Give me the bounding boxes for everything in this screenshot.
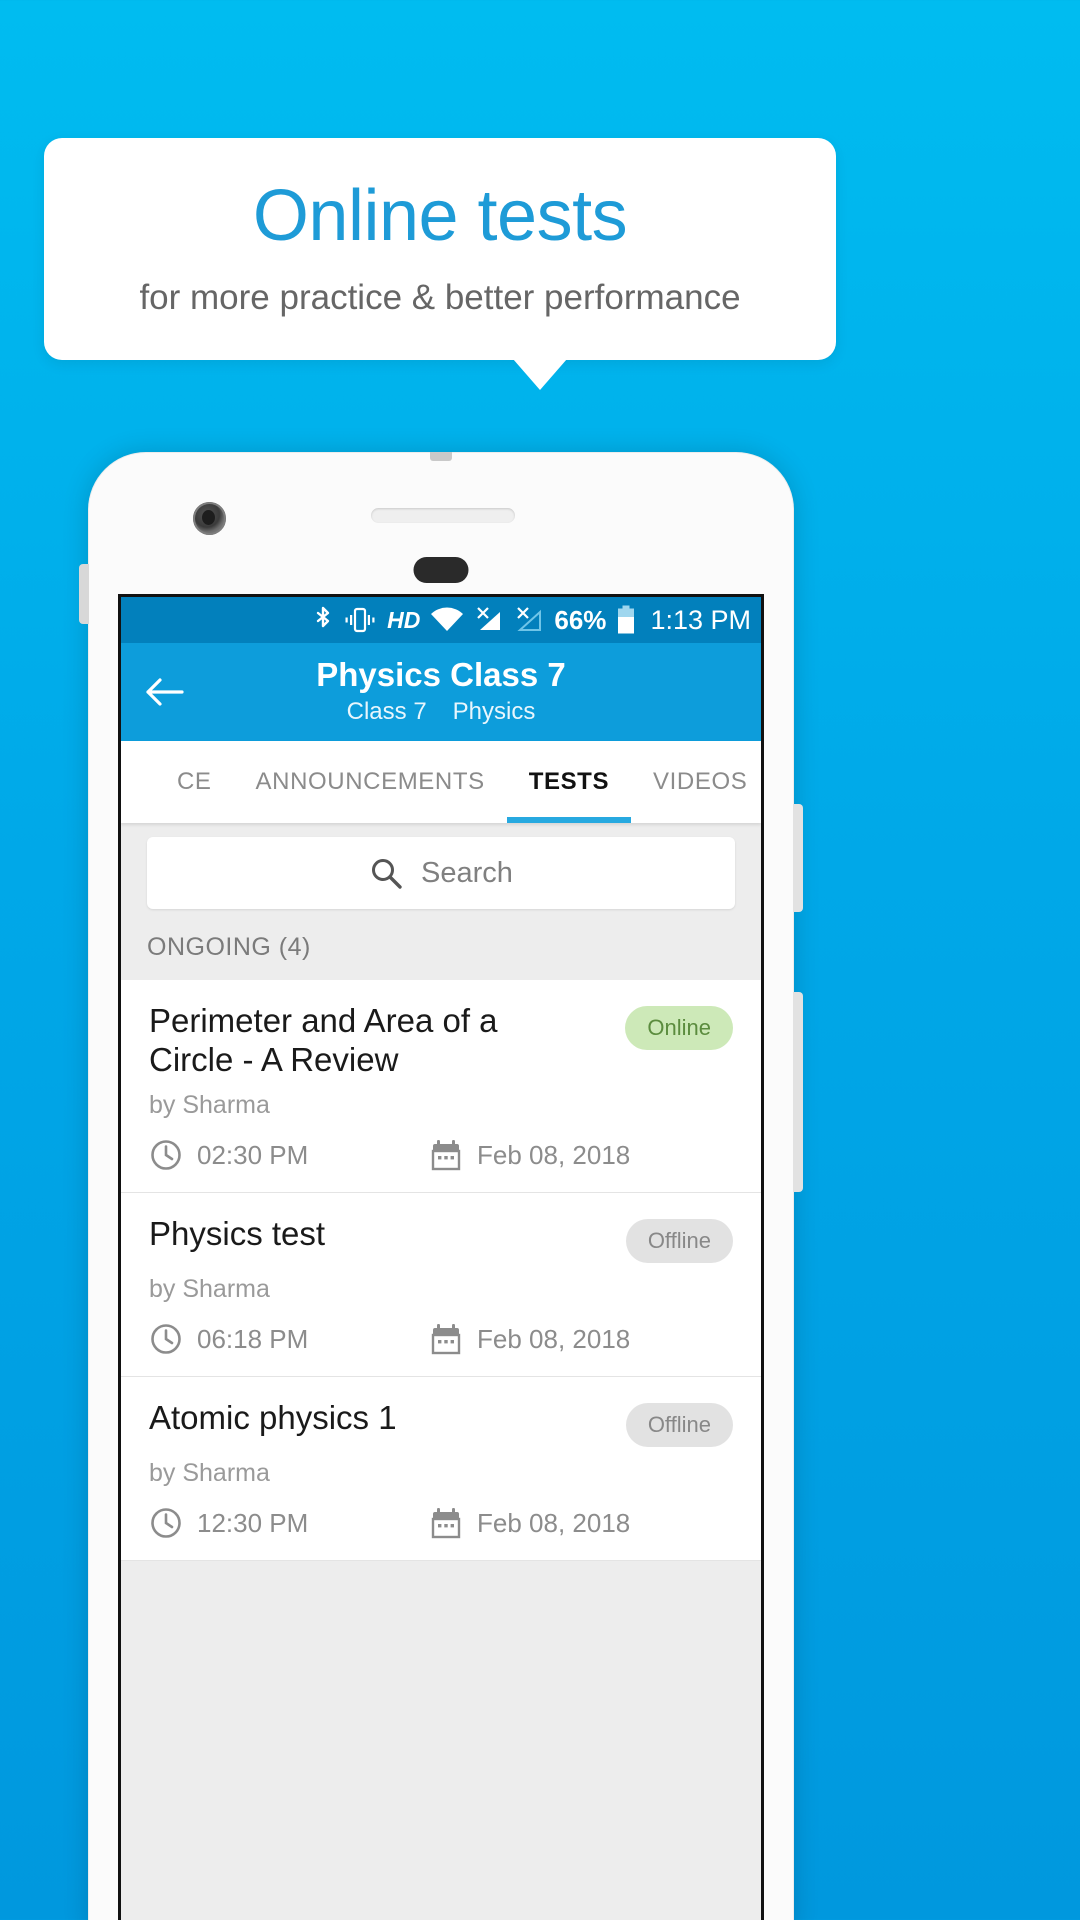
test-date: Feb 08, 2018 <box>429 1506 630 1540</box>
status-badge: Offline <box>625 1403 733 1448</box>
calendar-icon <box>429 1138 463 1172</box>
test-date-label: Feb 08, 2018 <box>477 1323 631 1354</box>
hd-icon: HD <box>387 606 421 633</box>
test-time: 12:30 PM <box>149 1506 429 1540</box>
vibrate-icon <box>343 607 377 633</box>
clock-icon <box>149 1322 183 1356</box>
test-author: by Sharma <box>149 1275 270 1304</box>
search-placeholder: Search <box>421 856 513 889</box>
battery-icon <box>616 605 636 635</box>
promo-callout: Online tests for more practice & better … <box>44 138 836 360</box>
test-time: 06:18 PM <box>149 1322 429 1356</box>
test-meta: 06:18 PM Feb 08, 2018 <box>149 1322 733 1356</box>
breadcrumb: Class 7 Physics <box>347 698 536 726</box>
wifi-icon <box>430 607 464 633</box>
sensor-module <box>413 557 469 583</box>
promo-title: Online tests <box>252 176 628 256</box>
list-item[interactable]: Physics test Offline by Sharma 06:18 PM <box>121 1193 761 1378</box>
section-header-ongoing: ONGOING (4) <box>147 933 311 961</box>
test-time-label: 06:18 PM <box>197 1323 309 1354</box>
earpiece-speaker <box>371 508 515 523</box>
card-header: Physics test Offline <box>149 1215 733 1264</box>
search-input[interactable]: Search <box>147 837 735 909</box>
front-camera-icon <box>193 502 226 535</box>
phone-left-button <box>79 564 89 624</box>
search-container: Search <box>121 823 761 927</box>
status-badge: Online <box>625 1006 733 1050</box>
breadcrumb-class: Class 7 <box>346 697 427 725</box>
status-bar: HD 66% 1:13 PM <box>121 597 761 643</box>
promo-subtitle: for more practice & better performance <box>139 278 741 317</box>
tab-ce[interactable]: CE <box>155 741 234 823</box>
signal-2-off-icon <box>514 606 544 634</box>
card-header: Perimeter and Area of a Circle - A Revie… <box>149 1002 733 1079</box>
test-date-label: Feb 08, 2018 <box>477 1507 631 1538</box>
status-bar-clock: 1:13 PM <box>650 604 751 635</box>
promo-callout-tail <box>513 359 567 390</box>
clock-icon <box>149 1506 183 1540</box>
list-item[interactable]: Perimeter and Area of a Circle - A Revie… <box>121 980 761 1194</box>
test-title: Atomic physics 1 <box>149 1399 397 1437</box>
test-time-label: 02:30 PM <box>197 1139 309 1170</box>
calendar-icon <box>429 1506 463 1540</box>
page-title: Physics Class 7 <box>316 656 566 694</box>
test-author: by Sharma <box>149 1459 270 1488</box>
test-meta: 02:30 PM Feb 08, 2018 <box>149 1138 733 1172</box>
phone-volume-button <box>793 992 803 1192</box>
tab-tests[interactable]: TESTS <box>506 741 632 823</box>
test-date: Feb 08, 2018 <box>429 1322 630 1356</box>
bluetooth-icon <box>313 605 333 635</box>
list-item[interactable]: Atomic physics 1 Offline by Sharma 12:30… <box>121 1377 761 1562</box>
signal-1-off-icon <box>474 606 504 634</box>
test-meta: 12:30 PM Feb 08, 2018 <box>149 1506 733 1540</box>
calendar-icon <box>429 1322 463 1356</box>
test-time: 02:30 PM <box>149 1138 429 1172</box>
phone-mockup: HD 66% 1:13 PM Physics Class 7 Class 7 P… <box>79 452 803 1920</box>
search-icon <box>369 856 403 890</box>
test-time-label: 12:30 PM <box>197 1507 309 1538</box>
tab-announcements[interactable]: ANNOUNCEMENTS <box>234 741 507 823</box>
test-title: Perimeter and Area of a Circle - A Revie… <box>149 1002 498 1078</box>
tab-bar: CE ANNOUNCEMENTS TESTS VIDEOS <box>121 741 761 823</box>
test-title: Physics test <box>149 1215 326 1253</box>
tests-content: Search ONGOING (4) Perimeter and Area of… <box>121 823 761 1920</box>
test-author: by Sharma <box>149 1091 270 1120</box>
phone-power-button <box>793 804 803 912</box>
test-date-label: Feb 08, 2018 <box>477 1139 631 1170</box>
test-date: Feb 08, 2018 <box>429 1138 630 1172</box>
phone-top-notch <box>430 452 452 461</box>
clock-icon <box>149 1138 183 1172</box>
card-header: Atomic physics 1 Offline <box>149 1399 733 1448</box>
battery-percent-label: 66% <box>554 604 607 635</box>
back-arrow-icon[interactable] <box>141 669 187 715</box>
status-badge: Offline <box>625 1219 733 1264</box>
tab-videos[interactable]: VIDEOS <box>631 741 761 823</box>
phone-screen: HD 66% 1:13 PM Physics Class 7 Class 7 P… <box>118 594 764 1920</box>
breadcrumb-subject: Physics <box>452 697 536 725</box>
app-bar: Physics Class 7 Class 7 Physics <box>121 643 761 741</box>
